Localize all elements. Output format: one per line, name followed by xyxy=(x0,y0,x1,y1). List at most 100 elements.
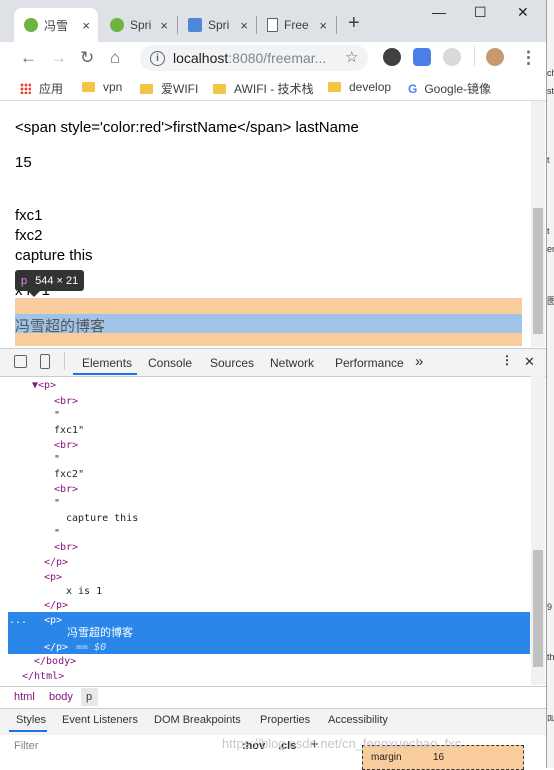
side-text: t xyxy=(547,226,550,236)
new-tab-button[interactable]: + xyxy=(348,12,360,35)
tab-title: Spri xyxy=(130,18,152,32)
tab-elements[interactable]: Elements xyxy=(82,356,132,370)
reload-icon[interactable]: ↻ xyxy=(80,48,94,68)
maximize-button[interactable]: ☐ xyxy=(474,4,487,21)
tab-close-icon[interactable]: × xyxy=(82,18,90,33)
apps-icon xyxy=(20,83,31,94)
highlighted-paragraph: 冯雪超的博客 xyxy=(15,318,106,335)
breadcrumb-p[interactable]: p xyxy=(86,691,92,703)
dom-text-node[interactable]: x is 1 xyxy=(66,586,102,598)
selected-open-tag: <p> xyxy=(44,615,63,626)
devtools-menu-icon[interactable]: ⋮ xyxy=(501,353,513,367)
menu-kebab-icon[interactable]: ⋮ xyxy=(520,48,537,68)
bookmark-label: Google-镜像 xyxy=(424,82,492,96)
extension-icon[interactable] xyxy=(443,48,461,66)
tab-title: Free xyxy=(284,18,309,32)
browser-tab[interactable]: 冯雪 × xyxy=(14,8,98,42)
tab-title: 冯雪 xyxy=(44,18,69,33)
tab-sources[interactable]: Sources xyxy=(210,356,254,370)
filter-input[interactable]: Filter xyxy=(14,740,38,752)
dom-node[interactable]: </body> xyxy=(34,656,76,668)
active-tab-indicator xyxy=(9,730,47,732)
dom-node[interactable]: </html> xyxy=(22,671,64,683)
bookmark-star-icon[interactable]: ☆ xyxy=(345,48,358,66)
tab-accessibility[interactable]: Accessibility xyxy=(328,714,388,726)
page-viewport: <span style='color:red'>firstName</span>… xyxy=(0,101,546,347)
close-window-button[interactable]: ✕ xyxy=(517,4,529,21)
tab-dom-breakpoints[interactable]: DOM Breakpoints xyxy=(154,714,241,726)
page-text-line: fxc2 xyxy=(15,227,43,244)
toolbar-divider xyxy=(474,46,475,66)
page-text-line: <span style='color:red'>firstName</span>… xyxy=(15,119,359,136)
dom-node[interactable]: <br> xyxy=(54,440,78,452)
browser-tab[interactable]: Free × xyxy=(257,8,335,42)
devtools-close-icon[interactable]: ✕ xyxy=(524,354,535,370)
breadcrumb-body[interactable]: body xyxy=(49,691,73,703)
dom-node[interactable]: <p> xyxy=(44,572,62,584)
evernote-extension-icon[interactable] xyxy=(383,48,401,66)
bookmark-google-mirror[interactable]: G Google-镜像 xyxy=(408,80,491,97)
profile-avatar[interactable] xyxy=(486,48,504,66)
element-tooltip: p 544 × 21 xyxy=(15,270,85,291)
tab-close-icon[interactable]: × xyxy=(319,18,327,33)
browser-tab[interactable]: Spri × xyxy=(178,8,256,42)
dom-node[interactable]: <br> xyxy=(54,542,78,554)
dom-text-node[interactable]: " xyxy=(54,498,60,510)
side-text: 9 xyxy=(547,602,553,612)
back-arrow-icon[interactable]: ← xyxy=(20,48,37,68)
tooltip-tag: p xyxy=(21,274,28,287)
forward-arrow-icon[interactable]: → xyxy=(50,48,67,68)
tab-close-icon[interactable]: × xyxy=(240,18,248,33)
page-scrollbar-thumb[interactable] xyxy=(533,208,543,334)
side-text: st xyxy=(547,86,554,96)
home-icon[interactable]: ⌂ xyxy=(110,48,120,68)
selected-marker: == $0 xyxy=(70,642,107,653)
bookmark-vpn[interactable]: vpn xyxy=(82,80,122,94)
dom-text-node[interactable]: fxc2" xyxy=(54,469,84,481)
side-text: 叫 xyxy=(547,714,554,724)
minimize-button[interactable]: — xyxy=(432,4,446,20)
bookmark-aiwifi[interactable]: 爱WIFI xyxy=(140,80,198,97)
dom-text-node[interactable]: " xyxy=(54,528,60,540)
spring-power-icon xyxy=(110,18,124,32)
bookmark-label: vpn xyxy=(103,80,123,94)
side-text: t xyxy=(547,155,550,165)
url-host: localhost xyxy=(173,50,229,66)
page-text-line: capture this xyxy=(15,247,93,264)
address-bar[interactable]: i localhost:8080/freemar... xyxy=(140,45,368,71)
bookmark-label: develop xyxy=(349,80,392,94)
tab-console[interactable]: Console xyxy=(148,356,192,370)
more-tabs-icon[interactable]: » xyxy=(415,353,423,370)
bookmark-awifi-stack[interactable]: AWIFI - 技术栈 xyxy=(213,80,314,97)
dom-text-node[interactable]: " xyxy=(54,454,60,466)
dom-node[interactable]: </p> xyxy=(44,600,68,612)
tab-styles[interactable]: Styles xyxy=(16,714,46,726)
inspect-element-icon[interactable] xyxy=(14,355,27,368)
browser-tab[interactable]: Spri × xyxy=(100,8,176,42)
tab-performance[interactable]: Performance xyxy=(335,356,404,370)
elements-scrollbar-thumb[interactable] xyxy=(533,550,543,667)
selected-close-tag: </p> xyxy=(44,642,69,653)
node-actions-icon[interactable]: ... xyxy=(9,615,27,627)
breadcrumb-html[interactable]: html xyxy=(14,691,35,703)
dom-text-node[interactable]: " xyxy=(54,410,60,422)
url-path: :8080/freemar... xyxy=(228,50,327,66)
bookmark-apps[interactable]: 应用 xyxy=(20,80,63,97)
dom-node[interactable]: <br> xyxy=(54,484,78,496)
tab-properties[interactable]: Properties xyxy=(260,714,310,726)
side-text: 图 xyxy=(547,296,554,306)
dom-node[interactable]: <br> xyxy=(54,396,78,408)
dom-node[interactable]: </p> xyxy=(44,557,68,569)
tab-event-listeners[interactable]: Event Listeners xyxy=(62,714,138,726)
dom-text-node[interactable]: fxc1" xyxy=(54,425,84,437)
bookmark-develop[interactable]: develop xyxy=(328,80,391,94)
info-icon[interactable]: i xyxy=(150,50,165,66)
device-toolbar-icon[interactable] xyxy=(40,354,50,369)
tab-network[interactable]: Network xyxy=(270,356,314,370)
bookmark-label: 应用 xyxy=(39,82,64,96)
dom-node[interactable]: ▼<p> xyxy=(32,380,56,392)
translate-extension-icon[interactable] xyxy=(413,48,431,66)
dom-text-node[interactable]: capture this xyxy=(66,513,138,525)
tab-close-icon[interactable]: × xyxy=(160,18,168,33)
devtools-divider xyxy=(64,352,65,370)
